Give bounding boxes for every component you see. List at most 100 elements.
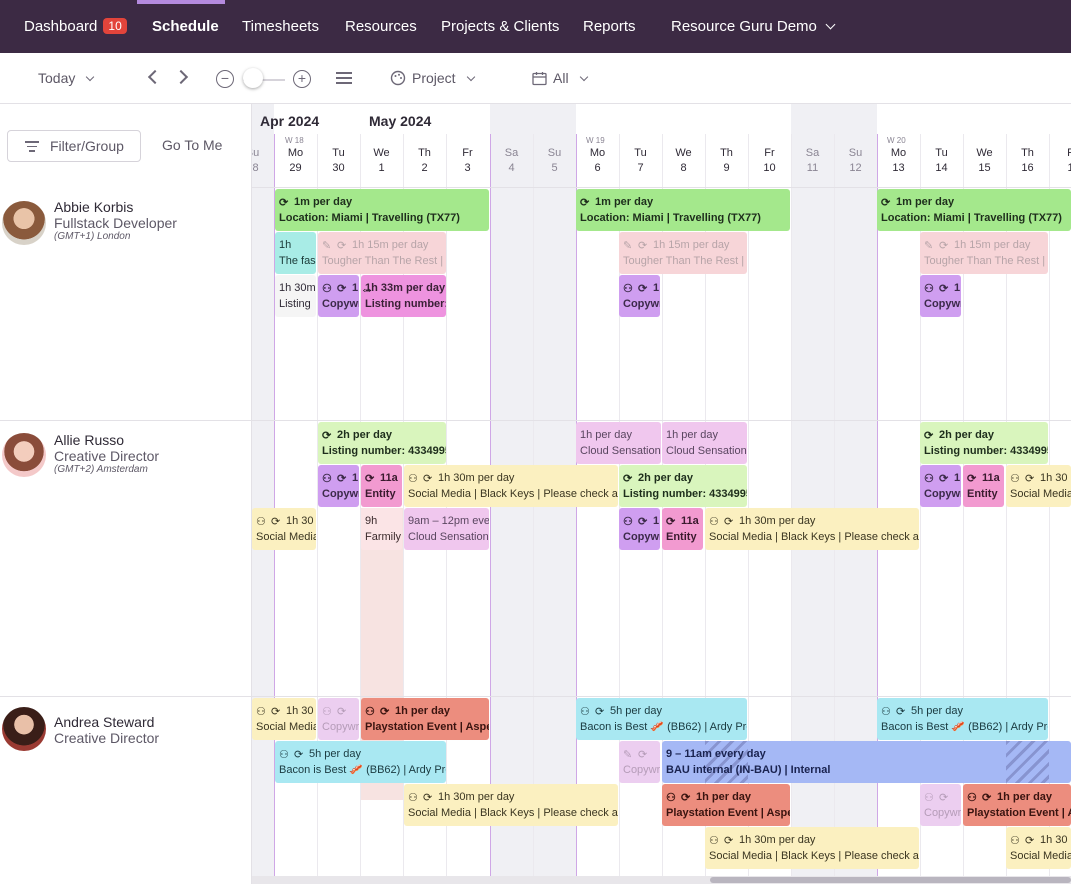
avatar[interactable] xyxy=(2,201,46,245)
booking-label: Entity xyxy=(365,488,396,500)
booking-time: 1 xyxy=(653,515,660,527)
avatar[interactable] xyxy=(2,707,46,751)
nav-resources[interactable]: Resources xyxy=(345,18,417,35)
resource-name[interactable]: Andrea Steward xyxy=(54,714,154,730)
booking-block[interactable]: ⟳ 1m per day Location: Miami | Travelling … xyxy=(275,189,489,231)
booking-block[interactable]: ⚇ ⟳ 1h 30m per day Social Media | Black Key… xyxy=(404,784,618,826)
booking-block[interactable]: 9 – 11am every day BAU internal (IN-BAU) … xyxy=(662,741,1071,783)
booking-block[interactable]: ✎ ⟳ 1h 15m per day Tougher Than The Rest | xyxy=(619,232,747,274)
day-name: Mo xyxy=(287,147,304,159)
booking-block[interactable]: ⚇ ⟳ 1 Copywr xyxy=(920,465,961,507)
scrollbar-thumb[interactable] xyxy=(710,877,1071,883)
booking-block[interactable]: 1h per day Cloud Sensation xyxy=(576,422,661,464)
booking-block[interactable]: 1h The fas xyxy=(275,232,316,274)
booking-block[interactable]: ⚇ ⟳ 1h 30 Social Media xyxy=(252,508,316,550)
zoom-slider-knob[interactable] xyxy=(243,68,263,88)
prev-arrow-icon[interactable] xyxy=(147,69,163,85)
booking-block[interactable]: ⚇ ⟳ 1h per day Playstation Event | Asper xyxy=(361,698,489,740)
booking-block[interactable]: ⚇ ⟳ 5h per day Bacon is Best 🥓 (BB62) | Ard… xyxy=(576,698,747,740)
booking-block[interactable]: ⚇ ⟳ 1 Copywr xyxy=(619,275,660,317)
booking-block[interactable]: ⚇ ⟳ 1h 30m per day Social Media | Black Key… xyxy=(705,508,919,550)
booking-block[interactable]: ✎ ⟳ 1h 15m per day Tougher Than The Rest | xyxy=(318,232,446,274)
booking-block[interactable]: ✎ ⟳ Copywr xyxy=(619,741,660,783)
repeat-icon: ⟳ xyxy=(337,283,347,295)
booking-block[interactable]: ⚇ ⟳ 1h 30m per day Social Media | Black Key… xyxy=(404,465,618,507)
nav-schedule[interactable]: Schedule xyxy=(152,18,219,35)
booking-block[interactable]: 1h per day Cloud Sensation xyxy=(662,422,747,464)
repeat-icon: ⟳ xyxy=(337,706,347,718)
booking-time: 9h xyxy=(365,515,378,527)
top-nav: Dashboard 10 Schedule Timesheets Resource… xyxy=(0,0,1071,53)
list-view-icon[interactable] xyxy=(336,72,352,84)
horizontal-scrollbar[interactable] xyxy=(252,876,1071,884)
repeat-icon: ⟳ xyxy=(982,792,992,804)
zoom-out-button[interactable]: − xyxy=(216,70,234,88)
day-number: 2 xyxy=(421,162,428,174)
booking-block[interactable]: ⚇ ⟳ 1 Copywr xyxy=(318,275,359,317)
booking-block[interactable]: 1h 30m Listing xyxy=(275,275,316,317)
group-icon: ⚇ xyxy=(709,516,719,528)
avatar[interactable] xyxy=(2,433,46,477)
booking-block[interactable]: ⚇ ⟳ 1h 30m per day Social Media | Black Key… xyxy=(705,827,919,869)
day-number: 12 xyxy=(849,162,862,174)
group-by-dropdown[interactable]: Project xyxy=(390,70,475,86)
day-name: Su xyxy=(252,147,260,159)
day-name: We xyxy=(373,147,390,159)
booking-block[interactable]: ⚇ ⟳ Copywr xyxy=(318,698,359,740)
day-number: 4 xyxy=(508,162,515,174)
booking-block[interactable]: ⟳ 11a Entity xyxy=(361,465,402,507)
booking-block[interactable]: ⚇ ⟳ 1h per day Playstation Event | Asper xyxy=(963,784,1071,826)
nav-reports[interactable]: Reports xyxy=(583,18,636,35)
booking-block[interactable]: ⚇ ⟳ 1 Copywr xyxy=(619,508,660,550)
booking-block[interactable]: 9h Farmily xyxy=(361,508,402,550)
filter-all-dropdown[interactable]: All xyxy=(532,70,588,86)
nav-dashboard[interactable]: Dashboard 10 xyxy=(24,18,127,35)
chevron-down-icon xyxy=(466,72,475,82)
group-icon: ⚇ xyxy=(322,473,332,485)
resource-row-abbie: Abbie Korbis Fullstack Developer (GMT+1)… xyxy=(0,188,252,421)
booking-label: Social Media | Black Keys | Please check… xyxy=(408,807,618,819)
resource-name[interactable]: Abbie Korbis xyxy=(54,199,133,215)
today-dropdown[interactable]: Today xyxy=(38,70,95,86)
booking-block[interactable]: ✎ ⟳ 1h 15m per day Tougher Than The Rest | xyxy=(920,232,1048,274)
dashboard-count-badge: 10 xyxy=(103,18,127,34)
booking-block[interactable]: ⚇ ⟳ 1h 30 Social Media xyxy=(1006,465,1071,507)
booking-label: Location: Miami | Travelling (TX77) xyxy=(279,212,460,224)
next-arrow-icon[interactable] xyxy=(173,69,189,85)
filter-group-button[interactable]: Filter/Group xyxy=(7,130,141,162)
booking-block[interactable]: ⚇ ⟳ 1h 30 Social Media xyxy=(252,698,316,740)
booking-block[interactable]: 9am – 12pm eve Cloud Sensation xyxy=(404,508,489,550)
schedule-toolbar: Today − + Project All xyxy=(0,53,1071,104)
booking-block[interactable]: ⚇ ⟳ 1h per day Playstation Event | Asper xyxy=(662,784,790,826)
repeat-icon: ⟳ xyxy=(1025,835,1035,847)
booking-block[interactable]: ⟳ 2h per day Listing number: 4334995 xyxy=(619,465,747,507)
zoom-in-button[interactable]: + xyxy=(293,70,311,88)
booking-time: 1h 15m per day xyxy=(352,239,429,251)
day-number: 7 xyxy=(637,162,644,174)
resource-name[interactable]: Allie Russo xyxy=(54,432,124,448)
booking-block[interactable]: ⚇ ⟳ 1 Copywr xyxy=(318,465,359,507)
go-to-me-button[interactable]: Go To Me xyxy=(162,137,222,153)
booking-label: Copywr xyxy=(924,298,961,310)
booking-block[interactable]: ⚇ ⟳ Copywr xyxy=(920,784,961,826)
filter-icon xyxy=(25,141,39,152)
booking-label: Tougher Than The Rest | xyxy=(623,255,745,267)
nav-timesheets[interactable]: Timesheets xyxy=(242,18,319,35)
account-name: Resource Guru Demo xyxy=(671,18,817,35)
booking-block[interactable]: ⚇ ⟳ 1h 30 Social Media xyxy=(1006,827,1071,869)
group-icon: ⚇ xyxy=(322,706,332,718)
booking-block[interactable]: ⚇ ⟳ 1 Copywr xyxy=(920,275,961,317)
booking-label: Copywr xyxy=(924,807,961,819)
booking-block[interactable]: ⚇ ⟳ 5h per day Bacon is Best 🥓 (BB62) | Ard… xyxy=(275,741,446,783)
booking-block[interactable]: ⟳ 2h per day Listing number: 4334995 xyxy=(318,422,446,464)
booking-block[interactable]: ⟳ 2h per day Listing number: 4334995 xyxy=(920,422,1048,464)
booking-block[interactable]: ⟳ 11a Entity xyxy=(963,465,1004,507)
booking-block[interactable]: ⟳ 11a Entity xyxy=(662,508,703,550)
booking-label: Playstation Event | Asper xyxy=(666,807,790,819)
booking-time: 5h per day xyxy=(911,705,963,717)
booking-block[interactable]: ⟳ 1m per day Location: Miami | Travelling … xyxy=(877,189,1071,231)
booking-block[interactable]: ⟳ 1m per day Location: Miami | Travelling … xyxy=(576,189,790,231)
nav-projects-clients[interactable]: Projects & Clients xyxy=(441,18,559,35)
account-menu[interactable]: Resource Guru Demo xyxy=(671,18,836,35)
booking-block[interactable]: ⚇ ⟳ 5h per day Bacon is Best 🥓 (BB62) | Ard… xyxy=(877,698,1048,740)
